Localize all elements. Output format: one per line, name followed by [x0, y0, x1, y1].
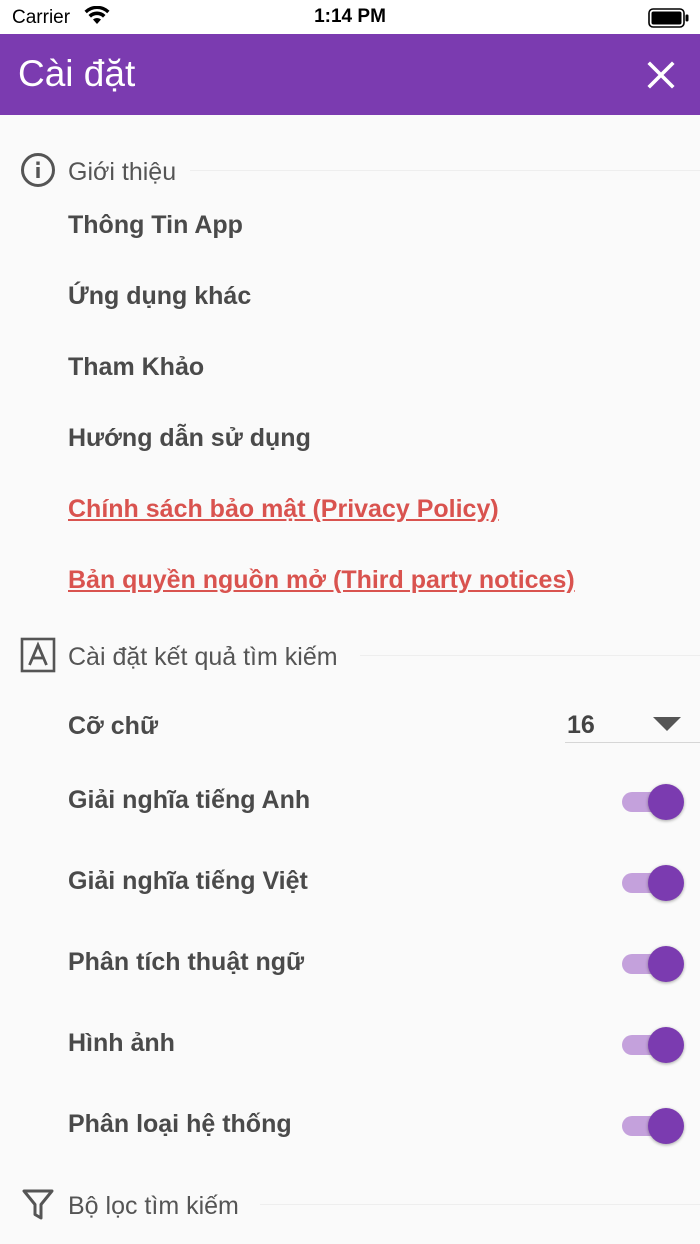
font-size-label: Cỡ chữ [68, 712, 159, 740]
references-link[interactable]: Tham Khảo [68, 353, 204, 382]
toggle-label: Phân tích thuật ngữ [68, 948, 305, 976]
toggle-row-vietnamese: Giải nghĩa tiếng Việt [0, 852, 700, 912]
battery-icon [648, 8, 689, 28]
status-bar: Carrier 1:14 PM [0, 0, 700, 34]
system-classification-toggle[interactable] [620, 1107, 684, 1144]
close-button[interactable] [642, 56, 680, 94]
toggle-thumb [648, 1027, 684, 1063]
clock: 1:14 PM [314, 6, 386, 27]
vietnamese-meaning-toggle[interactable] [620, 864, 684, 901]
toggle-label: Giải nghĩa tiếng Anh [68, 786, 311, 814]
dropdown-arrow-icon [653, 717, 681, 731]
font-size-value: 16 [567, 711, 595, 739]
app-info-link[interactable]: Thông Tin App [68, 211, 243, 240]
toggle-thumb [648, 946, 684, 982]
toggle-label: Giải nghĩa tiếng Việt [68, 867, 308, 895]
toggle-thumb [648, 1108, 684, 1144]
english-meaning-toggle[interactable] [620, 783, 684, 820]
third-party-notices-link[interactable]: Bản quyền nguồn mở (Third party notices) [68, 566, 575, 595]
close-icon [647, 61, 675, 89]
font-size-dropdown[interactable]: 16 [565, 701, 700, 743]
images-toggle[interactable] [620, 1026, 684, 1063]
divider [190, 170, 700, 171]
toggle-thumb [648, 865, 684, 901]
toggle-row-term-analysis: Phân tích thuật ngữ [0, 933, 700, 993]
divider [260, 1204, 700, 1205]
divider [360, 655, 700, 656]
section-title: Bộ lọc tìm kiếm [68, 1192, 239, 1220]
filter-icon [22, 1189, 54, 1220]
other-apps-link[interactable]: Ứng dụng khác [68, 282, 251, 311]
section-header-search-filter: Bộ lọc tìm kiếm [0, 1184, 700, 1224]
toggle-row-english: Giải nghĩa tiếng Anh [0, 771, 700, 831]
toggle-label: Hình ảnh [68, 1029, 175, 1057]
font-icon [20, 637, 56, 673]
term-analysis-toggle[interactable] [620, 945, 684, 982]
section-title: Cài đặt kết quả tìm kiếm [68, 643, 338, 671]
user-guide-link[interactable]: Hướng dẫn sử dụng [68, 424, 311, 453]
toggle-label: Phân loại hệ thống [68, 1110, 292, 1138]
toggle-row-images: Hình ảnh [0, 1014, 700, 1074]
app-bar: Cài đặt [0, 34, 700, 115]
page-title: Cài đặt [18, 53, 136, 94]
toggle-thumb [648, 784, 684, 820]
section-title: Giới thiệu [68, 158, 177, 186]
section-header-search-results: Cài đặt kết quả tìm kiếm [0, 635, 700, 675]
info-icon [21, 153, 55, 187]
toggle-row-system-classification: Phân loại hệ thống [0, 1095, 700, 1155]
font-size-row: Cỡ chữ 16 [0, 697, 700, 757]
section-header-about: Giới thiệu [0, 150, 700, 190]
privacy-policy-link[interactable]: Chính sách bảo mật (Privacy Policy) [68, 495, 499, 524]
